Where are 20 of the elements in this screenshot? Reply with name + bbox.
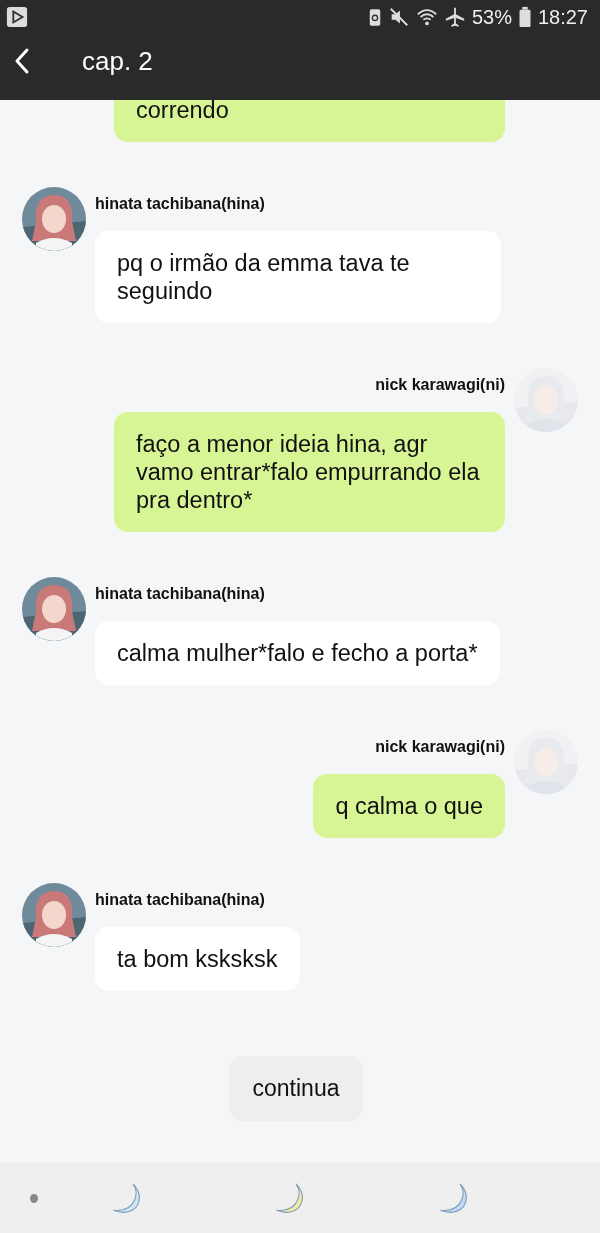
- message-bubble: faço a menor ideia hina, agr vamo entrar*falo empurrando ela pra dentro*: [114, 412, 505, 532]
- message-bubble: q calma o que: [313, 774, 505, 838]
- sender-name: nick karawagi(ni): [375, 375, 505, 395]
- message-bubble: pq o irmão da emma tava te seguindo: [95, 231, 501, 323]
- sender-name: hinata tachibana(hina): [95, 890, 265, 910]
- battery-icon: [517, 6, 532, 28]
- sender-name: nick karawagi(ni): [375, 737, 505, 757]
- clock: 18:27: [537, 5, 588, 29]
- back-icon[interactable]: [14, 47, 30, 75]
- mute-icon: [387, 6, 410, 28]
- message-bubble: calma mulher*falo e fecho a porta*: [95, 621, 500, 685]
- dot-icon: [30, 1193, 38, 1203]
- sender-name: hinata tachibana(hina): [95, 194, 265, 214]
- sender-name: hinata tachibana(hina): [95, 584, 265, 604]
- continue-button[interactable]: continua: [228, 1056, 364, 1121]
- airplane-icon: [443, 6, 466, 28]
- play-icon: [6, 6, 28, 28]
- wifi-icon: [415, 6, 438, 28]
- message-bubble: ta bom ksksksk: [95, 927, 300, 991]
- battery-saver-icon: [367, 6, 382, 28]
